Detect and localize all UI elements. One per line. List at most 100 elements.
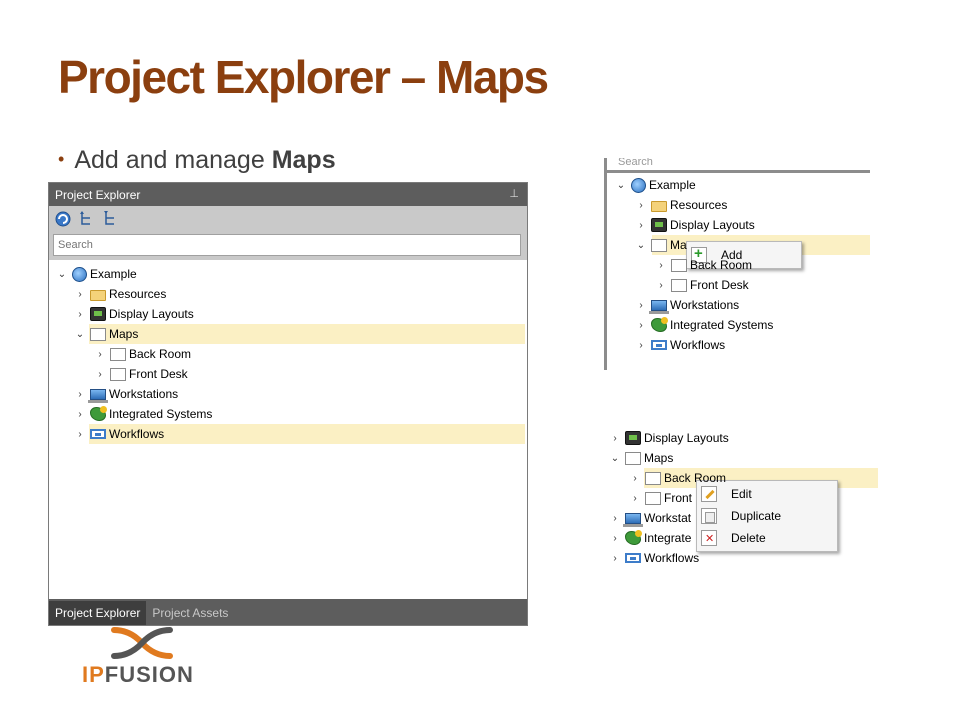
tab-project-assets[interactable]: Project Assets bbox=[146, 601, 234, 625]
logo-text-ip: IP bbox=[82, 662, 105, 687]
tree-item-back-room[interactable]: › Back Room bbox=[612, 255, 870, 275]
tree-item-front-desk[interactable]: › Front Desk bbox=[612, 275, 870, 295]
chevron-down-icon[interactable]: ⌄ bbox=[73, 329, 87, 340]
chevron-right-icon[interactable]: › bbox=[608, 513, 622, 524]
divider bbox=[604, 158, 607, 370]
display-icon bbox=[651, 218, 667, 232]
tree-item-back-room[interactable]: › Back Room bbox=[49, 344, 527, 364]
tree-item-integrated-systems[interactable]: › Integrated Systems bbox=[612, 315, 870, 335]
menu-item-delete[interactable]: Delete bbox=[697, 527, 837, 549]
tree-item-label: Back Room bbox=[129, 347, 192, 361]
tree-item-maps[interactable]: ⌄ Maps bbox=[606, 448, 880, 468]
map-icon bbox=[671, 258, 687, 272]
chevron-right-icon[interactable]: › bbox=[73, 389, 87, 400]
globe-icon bbox=[72, 266, 87, 282]
menu-item-label: Delete bbox=[731, 531, 766, 545]
tree-item-workstations[interactable]: › Workstations bbox=[49, 384, 527, 404]
chevron-right-icon[interactable]: › bbox=[608, 433, 622, 444]
tree-item-label: Workflows bbox=[109, 427, 165, 441]
chevron-right-icon[interactable]: › bbox=[73, 429, 87, 440]
bullet-text: Add and manage bbox=[74, 146, 272, 174]
pin-icon[interactable]: ⊥ bbox=[509, 187, 519, 200]
chevron-right-icon[interactable]: › bbox=[654, 280, 668, 291]
tree-item-example[interactable]: ⌄ Example bbox=[49, 264, 527, 284]
menu-item-edit[interactable]: Edit bbox=[697, 483, 837, 505]
chevron-right-icon[interactable]: › bbox=[628, 493, 642, 504]
snippet-tree: ⌄ Example › Resources › Display Layouts … bbox=[612, 175, 870, 355]
chevron-right-icon[interactable]: › bbox=[608, 533, 622, 544]
folder-icon bbox=[90, 289, 106, 301]
tree-item-integrated-systems[interactable]: › Integrated Systems bbox=[49, 404, 527, 424]
folder-icon bbox=[651, 200, 667, 212]
chevron-right-icon[interactable]: › bbox=[634, 340, 648, 351]
tree-item-label: Workstat bbox=[644, 511, 692, 525]
chevron-right-icon[interactable]: › bbox=[73, 409, 87, 420]
tree-item-label: Workflows bbox=[670, 338, 726, 352]
tree-item-label: Resources bbox=[109, 287, 167, 301]
tree-item-display-layouts[interactable]: › Display Layouts bbox=[606, 428, 880, 448]
tree-item-label: Display Layouts bbox=[670, 218, 755, 232]
chevron-right-icon[interactable]: › bbox=[634, 300, 648, 311]
tree-item-label: Resources bbox=[670, 198, 728, 212]
workstation-icon bbox=[623, 512, 643, 527]
tree-item-label: Workstations bbox=[109, 387, 179, 401]
chevron-right-icon[interactable]: › bbox=[628, 473, 642, 484]
collapse-all-icon[interactable] bbox=[102, 210, 120, 228]
workstation-icon bbox=[649, 299, 669, 314]
tree-item-display-layouts[interactable]: › Display Layouts bbox=[49, 304, 527, 324]
workflow-icon bbox=[651, 340, 667, 350]
tree-item-maps[interactable]: ⌄ Maps bbox=[49, 324, 527, 344]
logo-mark-icon bbox=[111, 627, 173, 659]
search-input[interactable] bbox=[53, 234, 521, 256]
project-explorer-panel: Project Explorer ⊥ ⌄ Example › Resources… bbox=[48, 182, 528, 626]
tree-item-display-layouts[interactable]: › Display Layouts bbox=[612, 215, 870, 235]
map-icon bbox=[110, 347, 126, 361]
integrated-systems-icon bbox=[90, 406, 107, 421]
tree-item-resources[interactable]: › Resources bbox=[612, 195, 870, 215]
tree-item-label: Workflows bbox=[644, 551, 700, 565]
tree-item-resources[interactable]: › Resources bbox=[49, 284, 527, 304]
bullet-dot: • bbox=[58, 149, 65, 169]
refresh-icon[interactable] bbox=[54, 210, 72, 228]
chevron-right-icon[interactable]: › bbox=[73, 309, 87, 320]
integrated-systems-icon bbox=[625, 530, 642, 545]
tree-item-label: Integrate bbox=[644, 531, 692, 545]
chevron-down-icon[interactable]: ⌄ bbox=[55, 269, 69, 280]
chevron-right-icon[interactable]: › bbox=[634, 320, 648, 331]
chevron-right-icon[interactable]: › bbox=[634, 200, 648, 211]
chevron-right-icon[interactable]: › bbox=[73, 289, 87, 300]
expand-all-icon[interactable] bbox=[78, 210, 96, 228]
map-icon bbox=[651, 238, 667, 252]
tree-item-workstations[interactable]: › Workstations bbox=[612, 295, 870, 315]
tree-item-label: Back Room bbox=[690, 258, 753, 272]
tree-item-workflows[interactable]: › Workflows bbox=[612, 335, 870, 355]
chevron-down-icon[interactable]: ⌄ bbox=[634, 240, 648, 251]
workflow-icon bbox=[625, 553, 641, 563]
tree-item-label: Maps bbox=[644, 451, 674, 465]
chevron-right-icon[interactable]: › bbox=[93, 369, 107, 380]
map-icon bbox=[671, 278, 687, 292]
menu-item-duplicate[interactable]: Duplicate bbox=[697, 505, 837, 527]
tree-item-label: Workstations bbox=[670, 298, 740, 312]
tree-item-label: Example bbox=[90, 267, 137, 281]
panel-toolbar bbox=[49, 206, 527, 232]
tree-item-label: Example bbox=[649, 178, 696, 192]
chevron-down-icon[interactable]: ⌄ bbox=[614, 180, 628, 191]
chevron-right-icon[interactable]: › bbox=[634, 220, 648, 231]
tab-project-explorer[interactable]: Project Explorer bbox=[49, 601, 147, 625]
tree-item-label: Integrated Systems bbox=[109, 407, 213, 421]
ipfusion-logo: IPFUSION bbox=[82, 624, 204, 690]
tree-item-example[interactable]: ⌄ Example bbox=[612, 175, 870, 195]
logo-text-fusion: FUSION bbox=[104, 662, 194, 687]
snippet-add-map: Search ⌄ Example › Resources › Display L… bbox=[604, 158, 870, 370]
chevron-right-icon[interactable]: › bbox=[93, 349, 107, 360]
context-menu-edit: Edit Duplicate Delete bbox=[696, 480, 838, 552]
tree-item-workflows[interactable]: › Workflows bbox=[49, 424, 527, 444]
chevron-down-icon[interactable]: ⌄ bbox=[608, 453, 622, 464]
tree-item-label: Ma bbox=[670, 238, 687, 252]
map-icon bbox=[625, 451, 641, 465]
chevron-right-icon[interactable]: › bbox=[654, 260, 668, 271]
chevron-right-icon[interactable]: › bbox=[608, 553, 622, 564]
display-icon bbox=[90, 307, 106, 321]
tree-item-front-desk[interactable]: › Front Desk bbox=[49, 364, 527, 384]
